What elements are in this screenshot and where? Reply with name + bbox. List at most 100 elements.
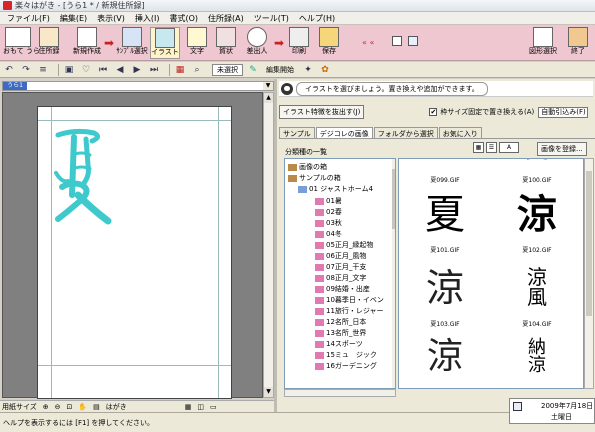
text-button[interactable]: 文字 — [182, 27, 212, 59]
menu-view[interactable]: 表示(V) — [92, 13, 130, 24]
illust-thumbnail[interactable]: 涼 夏103.GIF — [399, 261, 491, 328]
illust-thumbnail[interactable]: 夏 夏101.GIF — [399, 189, 491, 255]
font-style-icon[interactable]: A — [499, 142, 519, 153]
tree-horizontal-scrollbar[interactable] — [284, 389, 396, 397]
tab-sample[interactable]: サンプル — [279, 127, 315, 138]
shape-select-button[interactable]: 図形選択 — [528, 27, 558, 59]
summer-calligraphy-illustration[interactable] — [52, 125, 114, 225]
illust-thumbnail[interactable]: 涼 — [399, 333, 491, 388]
tree-item[interactable]: 09結婚・出産 — [315, 284, 370, 294]
hand-icon[interactable]: ✋ — [78, 403, 87, 411]
tree-item[interactable]: 画像の箱 — [288, 162, 327, 172]
tree-item[interactable]: 13名所_世界 — [315, 328, 366, 338]
zoom-in-icon[interactable]: ⊕ — [43, 403, 49, 411]
tab-favorites[interactable]: お気に入り — [438, 127, 482, 138]
menu-edit[interactable]: 編集(E) — [55, 13, 92, 24]
first-page-icon[interactable]: ⏮ — [97, 64, 109, 76]
print-button[interactable]: 印刷 — [286, 27, 312, 59]
grid-scrollbar[interactable] — [584, 158, 594, 389]
grid-icon[interactable]: ▦ — [174, 64, 186, 76]
undo-icon[interactable]: ↶ — [3, 64, 15, 76]
exit-button[interactable]: 終了 — [566, 27, 590, 59]
new-create-button[interactable]: 新規作成 — [72, 27, 102, 59]
list-view-icon[interactable]: ☰ — [486, 142, 497, 153]
save-button[interactable]: 保存 — [316, 27, 342, 59]
wand-icon[interactable]: ✦ — [302, 64, 314, 76]
tree-scroll-thumb[interactable] — [392, 169, 395, 229]
paper-icon[interactable]: ▤ — [93, 403, 100, 411]
sender-button[interactable]: 差出人 — [242, 27, 272, 59]
selection-mode[interactable]: 未選択 — [212, 63, 243, 76]
photo-icon[interactable]: ▣ — [63, 64, 75, 76]
palette-icon[interactable]: ✿ — [319, 64, 331, 76]
menu-insert[interactable]: 挿入(I) — [130, 13, 165, 24]
grid-toggle-icon[interactable]: ▦ — [185, 403, 192, 411]
menu-address[interactable]: 住所録(A) — [203, 13, 249, 24]
edit-icon[interactable] — [392, 36, 402, 46]
thumbnail-view-icon[interactable]: ▦ — [473, 142, 484, 153]
tree-item[interactable]: 10暮季日・イベン — [315, 295, 384, 305]
next-page-icon[interactable]: ▶ — [131, 64, 143, 76]
fit-page-icon[interactable]: ⊡ — [67, 403, 73, 411]
canvas-scrollbar[interactable]: ▲ ▼ — [263, 92, 274, 398]
tree-item[interactable]: 06正月_風物 — [315, 251, 366, 261]
tree-item[interactable]: 05正月_縁起物 — [315, 240, 373, 250]
omote-ura-button[interactable]: おもて うら — [3, 27, 40, 59]
scroll-down-icon[interactable]: ▼ — [264, 387, 273, 397]
category-tree[interactable]: 画像の箱 サンプルの箱 01 ジャストホーム4 01暑 02春 03秋 04冬 … — [284, 158, 396, 389]
last-page-icon[interactable]: ⏭ — [148, 64, 160, 76]
tree-item[interactable]: 15ミュ ジック — [315, 350, 377, 360]
redo-icon[interactable]: ↷ — [20, 64, 32, 76]
placement-select[interactable]: 自動引込み(F) — [538, 106, 589, 118]
illust-thumbnail[interactable]: 納涼 — [491, 333, 583, 388]
layer2-icon[interactable]: ▭ — [210, 403, 217, 411]
tree-item[interactable]: 07正月_干支 — [315, 262, 366, 272]
illust-thumbnail[interactable]: 夏 夏100.GIF — [491, 159, 583, 184]
tree-item[interactable]: 16ガーデニング — [315, 361, 377, 371]
zoom-out-icon[interactable]: ⊖ — [55, 403, 61, 411]
prev-page-icon[interactable]: ◀ — [114, 64, 126, 76]
register-image-button[interactable]: 画像を登録... — [537, 142, 587, 156]
tree-item[interactable]: 08正月_文字 — [315, 273, 366, 283]
menu-file[interactable]: ファイル(F) — [2, 13, 55, 24]
collapse-toolbar-button[interactable]: « « — [362, 38, 374, 47]
tab-folder[interactable]: フォルダから選択 — [373, 127, 438, 138]
pencil-icon[interactable] — [408, 36, 418, 46]
tree-item[interactable]: 11旅行・レジャー — [315, 306, 384, 316]
list-icon[interactable]: ≡ — [37, 64, 49, 76]
tree-item[interactable]: サンプルの箱 — [288, 173, 341, 183]
tree-item[interactable]: 12名所_日本 — [315, 317, 366, 327]
illust-thumbnail[interactable]: 涼風 夏104.GIF — [491, 261, 583, 328]
grid-scroll-thumb[interactable] — [586, 171, 592, 316]
fixed-frame-checkbox[interactable]: ✔ — [429, 108, 438, 116]
tree-item[interactable]: 04冬 — [315, 229, 342, 239]
menu-tools[interactable]: ツール(T) — [249, 13, 294, 24]
tab-ura1[interactable]: うら1 — [3, 82, 27, 90]
edit-start-label[interactable]: 編集開始 — [266, 65, 294, 75]
tree-item[interactable]: 01暑 — [315, 196, 342, 206]
brush-icon[interactable]: ✎ — [247, 64, 259, 76]
tree-item[interactable]: 14スポーツ — [315, 339, 363, 349]
layout-select-button[interactable]: ｻﾝﾌﾟﾙ選択 — [116, 27, 148, 59]
address-book-button[interactable]: 住所録 — [35, 27, 63, 59]
heart-icon[interactable]: ♡ — [80, 64, 92, 76]
postcard-page[interactable] — [37, 106, 232, 399]
menu-format[interactable]: 書式(O) — [164, 13, 203, 24]
illust-button[interactable]: イラスト — [150, 27, 180, 59]
tab-menu-icon[interactable]: ▼ — [263, 82, 273, 90]
tree-item[interactable]: 02春 — [315, 207, 342, 217]
tree-scrollbar[interactable] — [392, 159, 395, 388]
tree-item[interactable]: 01 ジャストホーム4 — [298, 184, 373, 194]
tree-item[interactable]: 03秋 — [315, 218, 342, 228]
illust-thumbnail[interactable]: 夏 夏099.GIF — [399, 159, 491, 184]
scroll-up-icon[interactable]: ▲ — [264, 93, 273, 103]
illust-thumbnail[interactable]: 涼 夏102.GIF — [491, 189, 583, 255]
canvas-area[interactable] — [2, 92, 263, 399]
menu-help[interactable]: ヘルプ(H) — [294, 13, 340, 24]
tab-digicolle[interactable]: デジコレの画像 — [315, 127, 373, 138]
extract-feature-button[interactable]: イラスト特徴を抜出す(J) — [279, 105, 365, 119]
greeting-button[interactable]: 賀状 — [212, 27, 240, 59]
zoom-icon[interactable]: ⌕ — [191, 64, 203, 76]
illust-thumbnail-grid[interactable]: 夏 夏099.GIF 夏 夏100.GIF 夏 夏101.GIF 涼 夏102.… — [398, 158, 584, 389]
layer-icon[interactable]: ◫ — [197, 403, 204, 411]
